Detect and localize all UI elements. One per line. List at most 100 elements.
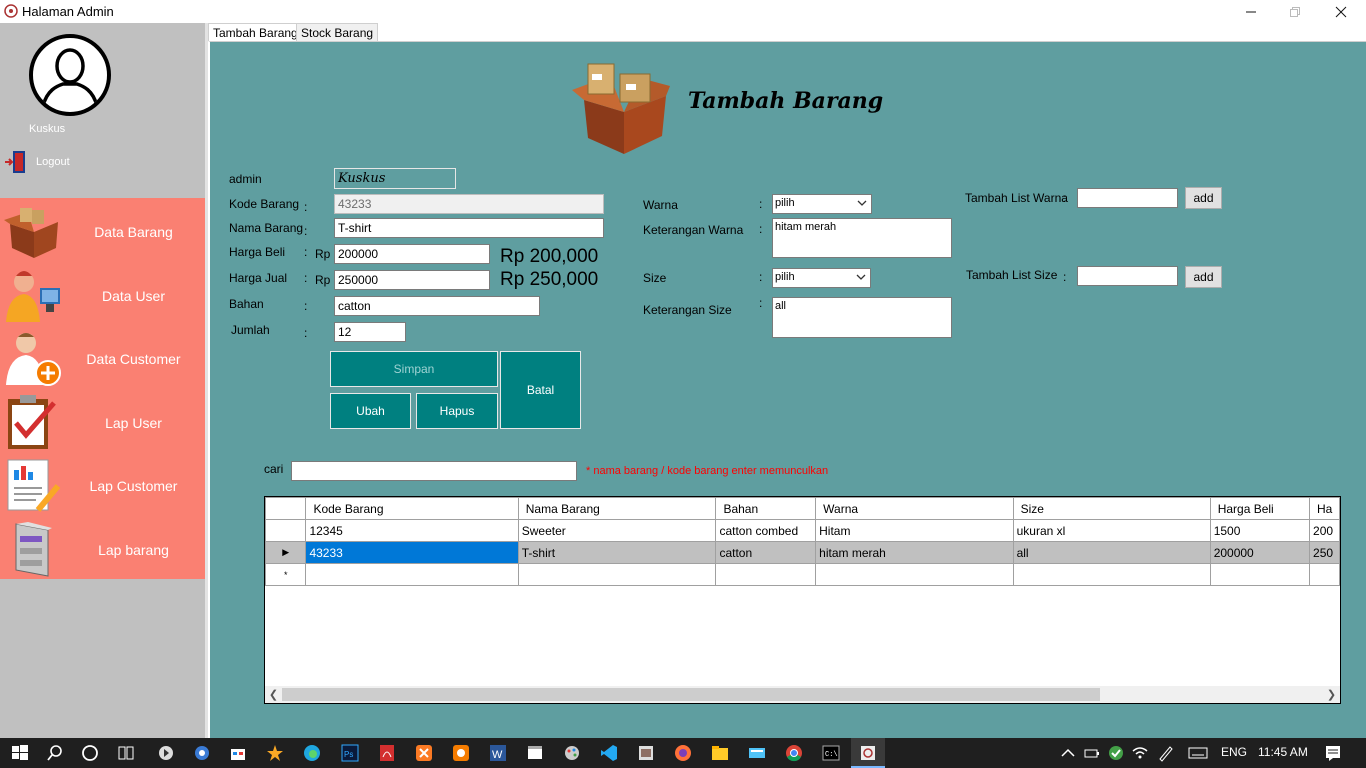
bahan-field[interactable]: catton [334, 296, 540, 316]
table-cell[interactable] [517, 563, 717, 586]
row-header[interactable] [265, 519, 307, 542]
task-view-icon[interactable] [116, 743, 136, 763]
scroll-right-icon[interactable]: ❯ [1323, 686, 1340, 703]
store-icon[interactable] [228, 743, 248, 763]
tambah-list-warna-field[interactable] [1077, 188, 1178, 208]
word-icon[interactable]: W [488, 743, 508, 763]
vscode-icon[interactable] [599, 743, 619, 763]
search-icon[interactable] [45, 743, 65, 763]
table-cell[interactable]: 1500 [1209, 519, 1311, 542]
terminal-icon[interactable]: C:\ [821, 743, 841, 763]
photoshop-icon[interactable]: Ps [340, 743, 360, 763]
edge-icon[interactable] [302, 743, 322, 763]
sidebar-item-data-customer[interactable]: Data Customer [0, 327, 205, 389]
horizontal-scrollbar[interactable]: ❮ ❯ [265, 686, 1340, 703]
close-button[interactable] [1318, 0, 1364, 23]
size-select[interactable]: pilih [772, 268, 871, 288]
table-cell[interactable] [1209, 563, 1311, 586]
table-cell[interactable]: 43233 [305, 541, 519, 564]
tambah-list-size-field[interactable] [1077, 266, 1178, 286]
table-cell[interactable]: Hitam [815, 519, 1014, 542]
add-size-button[interactable]: add [1185, 266, 1222, 288]
current-row-marker[interactable]: ▶ [265, 541, 307, 564]
table-cell[interactable]: 250 [1309, 541, 1340, 564]
table-row[interactable]: ▶ 43233 T-shirt catton hitam merah all 2… [265, 541, 1340, 564]
table-new-row[interactable]: * [265, 563, 1340, 586]
column-header[interactable]: Bahan [715, 497, 817, 520]
sidebar-item-data-user[interactable]: Data User [0, 264, 205, 326]
kode-barang-field[interactable]: 43233 [334, 194, 604, 214]
app-orange-icon[interactable] [451, 743, 471, 763]
table-cell[interactable] [715, 563, 817, 586]
wifi-icon[interactable] [1130, 743, 1150, 763]
table-cell[interactable]: 12345 [305, 519, 519, 542]
notifications-icon[interactable] [1323, 743, 1343, 763]
sidebar-item-data-barang[interactable]: Data Barang [0, 200, 205, 262]
chrome-icon[interactable] [784, 743, 804, 763]
ubah-button[interactable]: Ubah [330, 393, 411, 429]
paint-icon[interactable] [562, 743, 582, 763]
keyboard-icon[interactable] [1188, 743, 1208, 763]
firefox-icon[interactable] [673, 743, 693, 763]
table-cell[interactable] [305, 563, 519, 586]
scroll-left-icon[interactable]: ❮ [265, 686, 282, 703]
table-cell[interactable]: catton [715, 541, 817, 564]
minimize-button[interactable] [1228, 0, 1274, 23]
scrollbar-thumb[interactable] [282, 688, 1100, 701]
search-input[interactable] [291, 461, 577, 481]
acrobat-icon[interactable] [377, 743, 397, 763]
windows-start-icon[interactable] [10, 743, 30, 763]
sidebar-item-lap-user[interactable]: Lap User [0, 391, 205, 453]
app-icon[interactable] [192, 743, 212, 763]
table-cell[interactable]: all [1012, 541, 1211, 564]
cortana-icon[interactable] [80, 743, 100, 763]
battery-icon[interactable] [1082, 743, 1102, 763]
harga-jual-field[interactable]: 250000 [334, 270, 490, 290]
table-cell[interactable] [1012, 563, 1211, 586]
tab-stock-barang[interactable]: Stock Barang [296, 23, 379, 42]
sidebar-item-lap-barang[interactable]: Lap barang [0, 518, 205, 580]
table-cell[interactable]: T-shirt [517, 541, 717, 564]
tab-tambah-barang[interactable]: Tambah Barang [208, 23, 303, 43]
keterangan-size-field[interactable]: all [772, 297, 952, 338]
logout-button[interactable]: Logout [4, 149, 70, 175]
column-header[interactable]: Ha [1309, 497, 1340, 520]
table-cell[interactable]: hitam merah [815, 541, 1014, 564]
table-cell[interactable]: 200 [1309, 519, 1340, 542]
app-window-icon[interactable] [636, 743, 656, 763]
table-row[interactable]: 12345 Sweeter catton combed Hitam ukuran… [265, 519, 1340, 542]
table-cell[interactable]: catton combed [715, 519, 817, 542]
pen-icon[interactable] [1156, 743, 1176, 763]
active-app-taskbar-button[interactable] [851, 738, 885, 768]
keterangan-warna-field[interactable]: hitam merah [772, 218, 952, 258]
harga-beli-field[interactable]: 200000 [334, 244, 490, 264]
column-header[interactable]: Warna [815, 497, 1014, 520]
star-app-icon[interactable] [265, 743, 285, 763]
nama-barang-field[interactable]: T-shirt [334, 218, 604, 238]
network-icon[interactable] [1106, 743, 1126, 763]
table-cell[interactable]: Sweeter [517, 519, 717, 542]
language-indicator[interactable]: ENG [1221, 745, 1247, 759]
column-header[interactable]: Harga Beli [1209, 497, 1311, 520]
xampp-icon[interactable] [414, 743, 434, 763]
simpan-button[interactable]: Simpan [330, 351, 498, 387]
file-explorer-icon[interactable] [710, 743, 730, 763]
column-header[interactable]: Nama Barang [517, 497, 717, 520]
column-header[interactable]: Size [1012, 497, 1211, 520]
table-cell[interactable] [815, 563, 1014, 586]
add-warna-button[interactable]: add [1185, 187, 1222, 209]
chevron-up-icon[interactable] [1058, 743, 1078, 763]
keyboard-app-icon[interactable] [747, 743, 767, 763]
column-header[interactable]: Kode Barang [305, 497, 519, 520]
warna-select[interactable]: pilih [772, 194, 872, 214]
new-row-marker[interactable]: * [265, 563, 307, 586]
hapus-button[interactable]: Hapus [416, 393, 498, 429]
data-grid[interactable]: Kode Barang Nama Barang Bahan Warna Size… [264, 496, 1341, 704]
sidebar-item-lap-customer[interactable]: Lap Customer [0, 454, 205, 516]
clock[interactable]: 11:45 AM [1258, 745, 1308, 759]
table-cell[interactable]: ukuran xl [1012, 519, 1211, 542]
table-cell[interactable] [1309, 563, 1340, 586]
media-icon[interactable] [156, 743, 176, 763]
video-editor-icon[interactable] [525, 743, 545, 763]
maximize-button[interactable] [1272, 0, 1318, 23]
